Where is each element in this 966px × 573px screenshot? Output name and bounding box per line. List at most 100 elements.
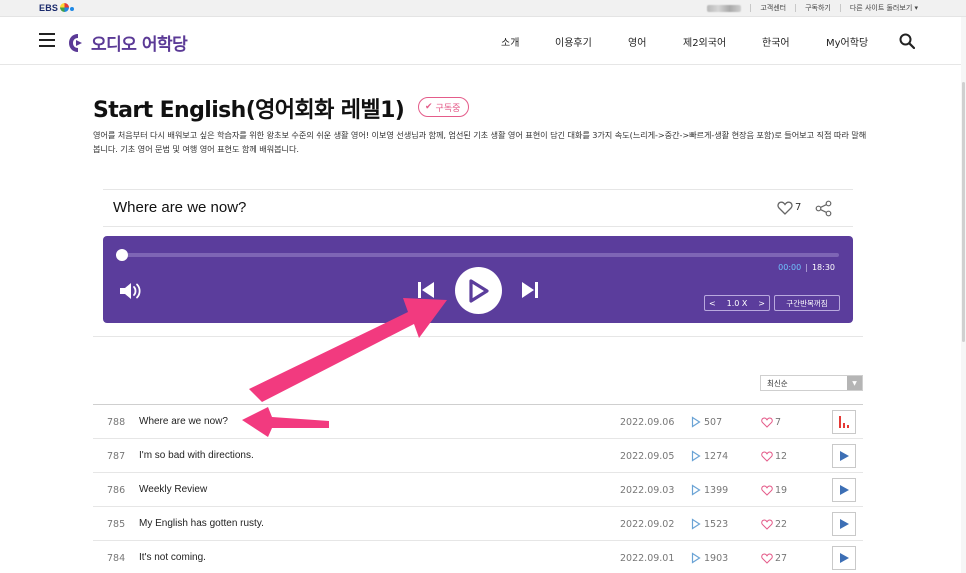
current-time: 00:00 [778,263,802,272]
nav-item-korean[interactable]: 한국어 [762,34,790,49]
play-icon [840,485,849,495]
episode-number: 786 [107,485,126,496]
episode-row[interactable]: 784 It's not coming. 2022.09.01 1903 27 [93,541,863,573]
ebs-logo[interactable]: EBS [39,3,75,13]
site-logo[interactable]: 오디오 어학당 [68,30,188,55]
episode-number: 788 [107,417,126,428]
playback-speed-control: < 1.0 X > [704,295,770,311]
episode-date: 2022.09.02 [620,519,675,530]
play-count: 1399 [704,485,729,496]
play-button[interactable] [455,267,502,314]
heart-icon[interactable] [777,201,793,215]
audio-logo-icon [69,33,82,52]
like-count: 22 [775,519,788,530]
episode-row-title[interactable]: Where are we now? [139,416,228,427]
like-count: 27 [775,553,788,564]
like-heart-icon[interactable] [761,451,773,462]
other-sites-link[interactable]: 다른 사이트 둘러보기 ▾ [850,3,918,13]
audio-player: 00:00 | 18:30 < 1.0 X > 구간반복꺼짐 [103,236,853,323]
play-count-icon [691,416,701,428]
subscribed-label: 구독중 [435,103,461,114]
play-icon [840,519,849,529]
progress-handle[interactable] [116,249,128,261]
subscribe-link[interactable]: 구독하기 [805,3,831,13]
previous-track-button[interactable] [417,281,435,299]
episode-header: Where are we now? 7 [103,189,853,227]
volume-icon[interactable] [118,281,144,301]
episode-date: 2022.09.01 [620,553,675,564]
customer-center-link[interactable]: 고객센터 [760,3,786,13]
episode-play-button[interactable] [832,512,856,536]
episode-number: 787 [107,451,126,462]
sort-selected-value: 최신순 [767,378,788,388]
ebs-brand-text: EBS [39,3,59,13]
episode-row[interactable]: 786 Weekly Review 2022.09.03 1399 19 [93,473,863,507]
divider [795,4,797,12]
hamburger-menu-icon[interactable] [39,33,55,47]
ebs-logo-dot-icon [70,7,75,11]
episode-row-title[interactable]: Weekly Review [139,484,207,495]
episode-like-count: 7 [795,202,802,213]
share-icon[interactable] [815,200,832,217]
episode-play-button[interactable] [832,546,856,570]
episode-row-title[interactable]: My English has gotten rusty. [139,518,264,529]
like-count: 7 [775,417,782,428]
episode-date: 2022.09.06 [620,417,675,428]
divider [750,4,752,12]
speed-decrease-button[interactable]: < [709,299,716,308]
section-repeat-button[interactable]: 구간반복꺼짐 [774,295,840,311]
nav-item-reviews[interactable]: 이용후기 [555,34,592,49]
total-time: 18:30 [811,263,835,272]
play-icon [468,278,489,303]
course-title: Start English(영어회화 레벨1) [93,98,405,123]
episode-row[interactable]: 788 Where are we now? 2022.09.06 507 7 [93,405,863,439]
search-icon[interactable] [899,33,915,49]
play-count: 507 [704,417,723,428]
time-display: 00:00 | 18:30 [778,263,835,272]
logo-text: 오디오 어학당 [91,35,188,55]
scrollbar-thumb[interactable] [962,82,965,342]
subscribed-badge[interactable]: ✔ 구독중 [418,97,470,117]
episode-number: 784 [107,553,126,564]
episode-row[interactable]: 787 I'm so bad with directions. 2022.09.… [93,439,863,473]
episode-play-button[interactable] [832,478,856,502]
check-icon: ✔ [425,102,433,112]
page-scrollbar[interactable] [961,17,966,573]
like-count: 12 [775,451,788,462]
like-heart-icon[interactable] [761,553,773,564]
user-name-blurred [707,4,742,12]
now-playing-button[interactable] [832,410,856,434]
play-count: 1523 [704,519,729,530]
like-heart-icon[interactable] [761,519,773,530]
episode-row[interactable]: 785 My English has gotten rusty. 2022.09… [93,507,863,541]
episode-row-title[interactable]: I'm so bad with directions. [139,450,254,461]
utility-bar: EBS 고객센터 구독하기 다른 사이트 둘러보기 ▾ [0,0,966,17]
main-nav: 오디오 어학당 소개 이용후기 영어 제2외국어 한국어 My어학당 [0,17,966,65]
speed-increase-button[interactable]: > [758,299,765,308]
nav-item-my-academy[interactable]: My어학당 [826,34,868,49]
nav-item-second-language[interactable]: 제2외국어 [683,34,726,49]
episode-number: 785 [107,519,126,530]
like-count: 19 [775,485,788,496]
equalizer-icon [839,416,849,428]
progress-bar[interactable] [121,253,839,257]
nav-item-intro[interactable]: 소개 [501,34,519,49]
dropdown-arrow-icon: ▼ [847,376,862,390]
episode-play-button[interactable] [832,444,856,468]
like-heart-icon[interactable] [761,485,773,496]
episode-row-title[interactable]: It's not coming. [139,552,206,563]
time-separator: | [805,263,808,272]
like-heart-icon[interactable] [761,417,773,428]
play-icon [840,451,849,461]
section-divider [93,336,863,337]
sort-select[interactable]: 최신순 ▼ [760,375,863,391]
divider [839,4,841,12]
utility-links: 고객센터 구독하기 다른 사이트 둘러보기 ▾ [707,3,918,13]
nav-item-english[interactable]: 영어 [628,34,646,49]
play-count-icon [691,484,701,496]
ebs-logo-icon [60,3,70,12]
next-track-button[interactable] [521,281,539,299]
play-count-icon [691,518,701,530]
play-count-icon [691,552,701,564]
episode-title: Where are we now? [113,199,247,216]
